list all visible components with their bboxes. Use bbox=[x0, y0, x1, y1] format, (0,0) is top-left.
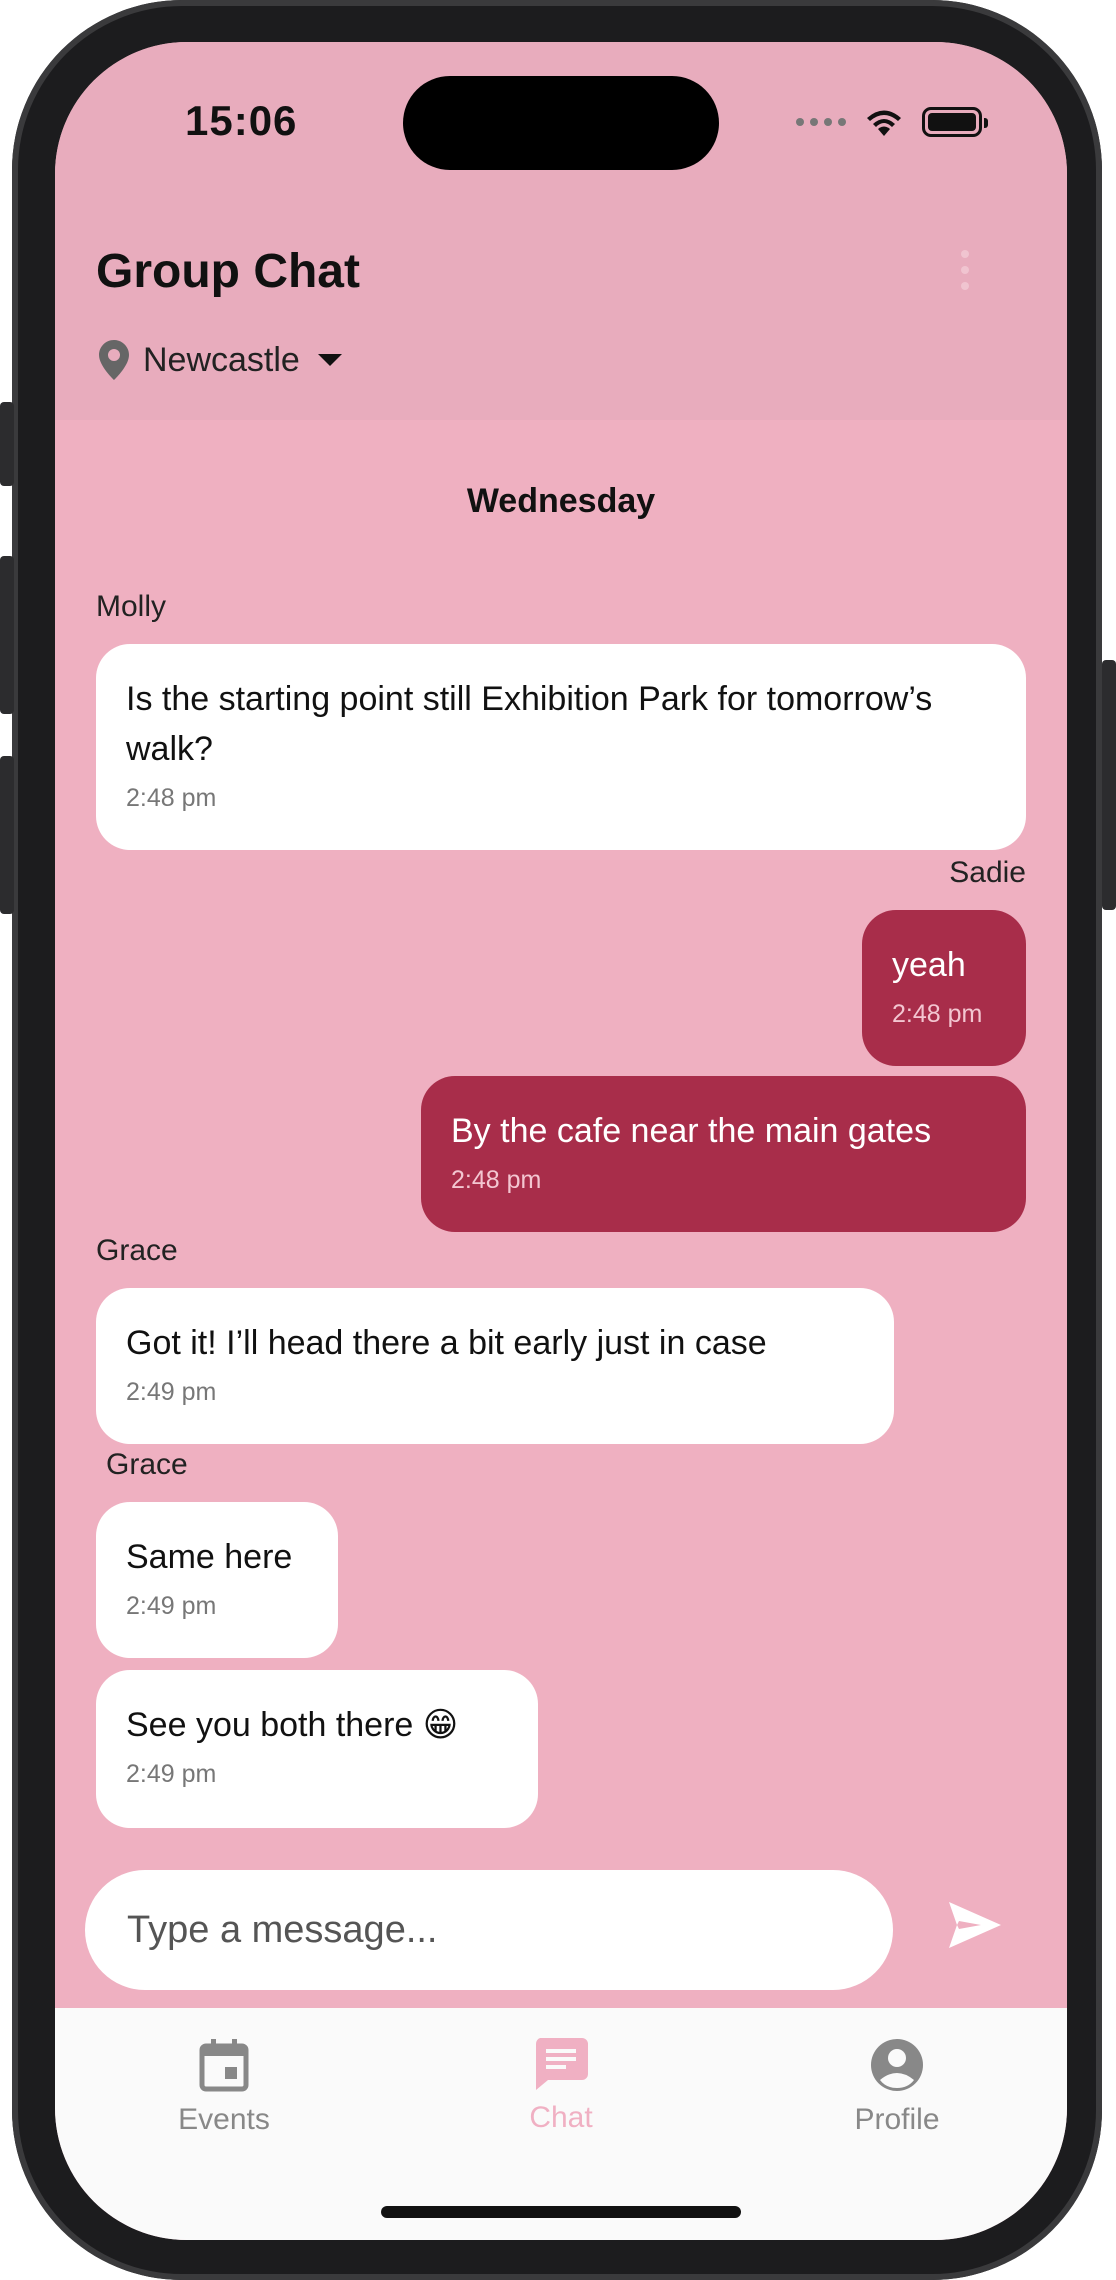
message-time: 2:48 pm bbox=[451, 1166, 542, 1194]
message-time: 2:49 pm bbox=[126, 1592, 217, 1620]
status-time: 15:06 bbox=[185, 97, 298, 144]
message-input[interactable]: Type a message... bbox=[85, 1870, 893, 1990]
message-time: 2:49 pm bbox=[126, 1760, 217, 1788]
app-header: 15:06 Group Chat Newcastle bbox=[55, 42, 1067, 420]
message-input-placeholder: Type a message... bbox=[127, 1908, 438, 1951]
app-screen: 15:06 Group Chat Newcastle Wednesday Mol… bbox=[55, 42, 1067, 2240]
battery-icon bbox=[922, 107, 988, 137]
message-text: Is the starting point still Exhibition P… bbox=[126, 680, 933, 768]
tab-chat[interactable]: Chat bbox=[461, 2038, 661, 2135]
location-pin-icon bbox=[99, 340, 129, 380]
more-options-icon[interactable] bbox=[961, 250, 969, 290]
tab-label-profile: Profile bbox=[854, 2103, 940, 2136]
profile-icon bbox=[871, 2039, 923, 2091]
message-time: 2:48 pm bbox=[126, 784, 217, 812]
message-bubble-incoming[interactable]: Got it! I’ll head there a bit early just… bbox=[96, 1288, 894, 1444]
dynamic-island bbox=[403, 76, 719, 170]
volume-up-button bbox=[0, 556, 14, 714]
message-bubble-incoming[interactable]: Same here 2:49 pm bbox=[96, 1502, 338, 1658]
tab-events[interactable]: Events bbox=[124, 2038, 324, 2137]
tab-label-chat: Chat bbox=[529, 2101, 593, 2134]
location-label: Newcastle bbox=[143, 340, 300, 379]
chat-icon bbox=[535, 2038, 588, 2090]
home-indicator bbox=[381, 2206, 741, 2218]
message-bubble-incoming[interactable]: Is the starting point still Exhibition P… bbox=[96, 644, 1026, 850]
message-time: 2:49 pm bbox=[126, 1378, 217, 1406]
wifi-icon bbox=[867, 110, 901, 136]
tab-profile[interactable]: Profile bbox=[797, 2038, 997, 2137]
page-title: Group Chat bbox=[96, 245, 360, 298]
message-bubble-outgoing[interactable]: By the cafe near the main gates 2:48 pm bbox=[421, 1076, 1026, 1232]
action-button bbox=[0, 402, 14, 486]
chevron-down-icon bbox=[317, 354, 342, 366]
sender-name: Grace bbox=[106, 1448, 188, 1481]
volume-down-button bbox=[0, 756, 14, 914]
message-text: Same here bbox=[126, 1538, 293, 1576]
message-text: Got it! I’ll head there a bit early just… bbox=[126, 1324, 767, 1362]
location-selector[interactable]: Newcastle bbox=[99, 340, 342, 380]
calendar-icon bbox=[199, 2039, 249, 2092]
message-text: See you both there 😁 bbox=[126, 1706, 459, 1744]
tab-label-events: Events bbox=[178, 2103, 270, 2136]
day-separator: Wednesday bbox=[466, 482, 656, 520]
bottom-tab-bar: Events Chat Profile bbox=[55, 2008, 1067, 2240]
message-bubble-outgoing[interactable]: yeah 2:48 pm bbox=[862, 910, 1026, 1066]
sender-name: Grace bbox=[96, 1234, 178, 1267]
message-time: 2:48 pm bbox=[892, 1000, 983, 1028]
status-icons bbox=[796, 102, 988, 142]
message-text: yeah bbox=[892, 946, 966, 984]
sender-name: Sadie bbox=[949, 856, 1026, 889]
message-text: By the cafe near the main gates bbox=[451, 1112, 932, 1150]
power-button bbox=[1102, 660, 1116, 910]
cellular-signal-icon bbox=[796, 118, 846, 126]
send-icon[interactable] bbox=[947, 1900, 1003, 1950]
sender-name: Molly bbox=[96, 590, 167, 623]
message-bubble-incoming[interactable]: See you both there 😁 2:49 pm bbox=[96, 1670, 538, 1828]
